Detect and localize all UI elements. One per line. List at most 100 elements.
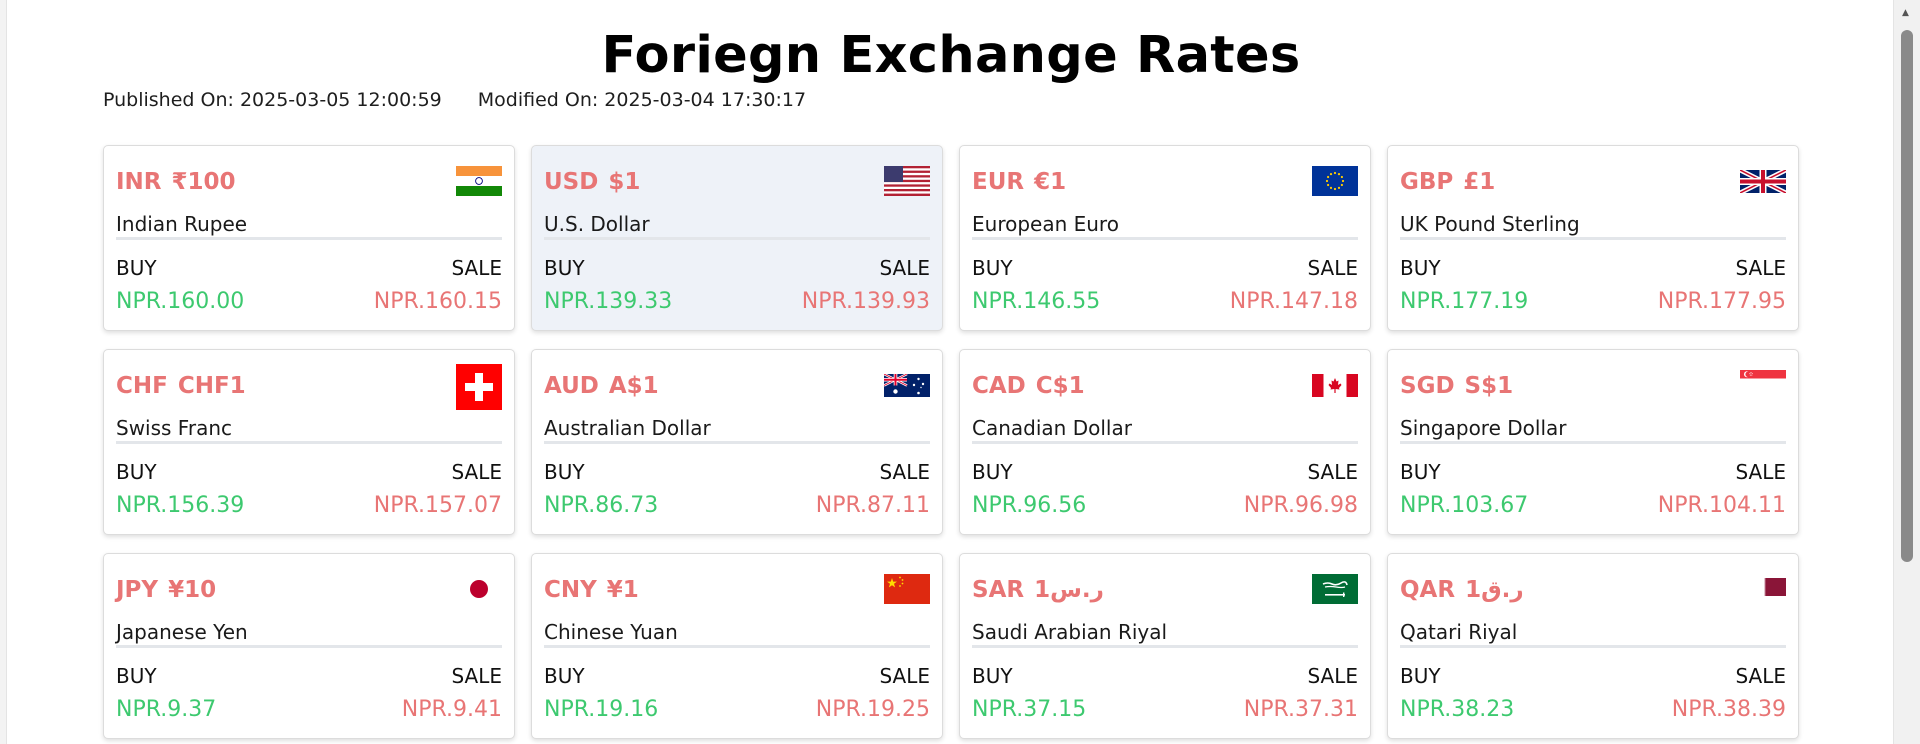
currency-code: INR — [116, 169, 162, 195]
currency-symbol: $1 — [608, 169, 641, 195]
currency-heading: CNY ¥1 — [544, 577, 639, 603]
currency-name: UK Pound Sterling — [1400, 212, 1580, 236]
currency-name: Chinese Yuan — [544, 620, 678, 644]
scroll-up-icon[interactable]: ▲ — [1902, 8, 1909, 18]
qatar-flag-icon — [1756, 578, 1786, 596]
buy-rate: NPR.146.55 — [972, 289, 1101, 314]
currency-code: CNY — [544, 577, 597, 603]
buy-label: BUY — [972, 460, 1013, 484]
page: Foriegn Exchange Rates Published On: 202… — [6, 0, 1894, 744]
sale-label: SALE — [451, 256, 502, 280]
divider — [544, 441, 930, 444]
divider — [1400, 237, 1786, 240]
buy-label: BUY — [1400, 256, 1441, 280]
divider — [544, 645, 930, 648]
currency-heading: USD $1 — [544, 169, 640, 195]
sale-label: SALE — [1735, 460, 1786, 484]
rates-grid: INR ₹100 Indian Rupee BUY SALE NPR.160.00… — [103, 145, 1803, 744]
sale-rate: NPR.96.98 — [1243, 493, 1358, 518]
currency-heading: GBP £1 — [1400, 169, 1495, 195]
rate-card-chf[interactable]: CHF CHF1 Swiss Franc BUY SALE NPR.156.39 … — [103, 349, 515, 535]
divider — [116, 237, 502, 240]
singapore-flag-icon — [1740, 370, 1786, 387]
currency-code: QAR — [1400, 577, 1456, 603]
rate-card-aud[interactable]: AUD A$1 Australian Dollar BUY SALE NPR.86… — [531, 349, 943, 535]
sale-label: SALE — [1735, 256, 1786, 280]
sale-rate: NPR.147.18 — [1229, 289, 1358, 314]
currency-name: U.S. Dollar — [544, 212, 650, 236]
published-on: Published On: 2025-03-05 12:00:59 — [103, 89, 442, 111]
currency-heading: SAR ر.س1 — [972, 577, 1104, 603]
buy-label: BUY — [544, 664, 585, 688]
rate-card-sgd[interactable]: SGD S$1 Singapore Dollar BUY SALE NPR.103… — [1387, 349, 1799, 535]
buy-label: BUY — [972, 664, 1013, 688]
buy-label: BUY — [116, 256, 157, 280]
rate-card-inr[interactable]: INR ₹100 Indian Rupee BUY SALE NPR.160.00… — [103, 145, 515, 331]
buy-rate: NPR.103.67 — [1400, 493, 1529, 518]
japan-flag-icon — [456, 574, 502, 604]
rate-card-cny[interactable]: CNY ¥1 Chinese Yuan BUY SALE NPR.19.16 NP… — [531, 553, 943, 739]
buy-label: BUY — [544, 460, 585, 484]
eu-flag-icon — [1312, 166, 1358, 196]
currency-name: Qatari Riyal — [1400, 620, 1518, 644]
buy-rate: NPR.86.73 — [544, 493, 659, 518]
sale-rate: NPR.19.25 — [815, 697, 930, 722]
buy-rate: NPR.160.00 — [116, 289, 245, 314]
currency-symbol: ¥10 — [168, 577, 217, 603]
buy-label: BUY — [1400, 664, 1441, 688]
sale-label: SALE — [1307, 460, 1358, 484]
sale-rate: NPR.177.95 — [1657, 289, 1786, 314]
rate-card-gbp[interactable]: GBP £1 UK Pound Sterling BUY SALE NPR.177… — [1387, 145, 1799, 331]
sale-label: SALE — [1735, 664, 1786, 688]
vertical-scrollbar[interactable]: ▲ — [1894, 0, 1920, 744]
currency-symbol: A$1 — [608, 373, 659, 399]
china-flag-icon — [884, 574, 930, 604]
currency-symbol: CHF1 — [177, 373, 246, 399]
page-title: Foriegn Exchange Rates — [601, 26, 1301, 85]
rate-card-sar[interactable]: SAR ر.س1 Saudi Arabian Riyal BUY SALE NPR… — [959, 553, 1371, 739]
currency-symbol: €1 — [1034, 169, 1067, 195]
publish-info: Published On: 2025-03-05 12:00:59 Modifie… — [103, 89, 806, 111]
rate-card-qar[interactable]: QAR ر.ق1 Qatari Riyal BUY SALE NPR.38.23 … — [1387, 553, 1799, 739]
buy-label: BUY — [116, 460, 157, 484]
buy-rate: NPR.96.56 — [972, 493, 1087, 518]
currency-code: USD — [544, 169, 599, 195]
divider — [1400, 441, 1786, 444]
sale-rate: NPR.157.07 — [373, 493, 502, 518]
australia-flag-icon — [884, 374, 930, 397]
divider — [1400, 645, 1786, 648]
currency-heading: QAR ر.ق1 — [1400, 577, 1524, 603]
rate-card-eur[interactable]: EUR €1 European Euro BUY SALE NPR.146.55 … — [959, 145, 1371, 331]
buy-rate: NPR.156.39 — [116, 493, 245, 518]
currency-heading: JPY ¥10 — [116, 577, 216, 603]
sale-rate: NPR.160.15 — [373, 289, 502, 314]
buy-rate: NPR.177.19 — [1400, 289, 1529, 314]
divider — [972, 645, 1358, 648]
currency-heading: AUD A$1 — [544, 373, 659, 399]
divider — [544, 237, 930, 240]
buy-rate: NPR.9.37 — [116, 697, 217, 722]
currency-symbol: ₹100 — [171, 169, 236, 195]
sale-label: SALE — [1307, 664, 1358, 688]
currency-code: SAR — [972, 577, 1025, 603]
currency-symbol: C$1 — [1035, 373, 1085, 399]
currency-name: Australian Dollar — [544, 416, 711, 440]
currency-symbol: S$1 — [1464, 373, 1514, 399]
sale-rate: NPR.9.41 — [401, 697, 502, 722]
sale-label: SALE — [879, 664, 930, 688]
buy-label: BUY — [1400, 460, 1441, 484]
saudi-arabia-flag-icon — [1312, 574, 1358, 604]
currency-name: Japanese Yen — [116, 620, 248, 644]
buy-label: BUY — [544, 256, 585, 280]
currency-symbol: ر.ق1 — [1465, 577, 1524, 603]
scrollbar-thumb[interactable] — [1901, 30, 1913, 562]
rate-card-cad[interactable]: CAD C$1 Canadian Dollar BUY SALE NPR.96.5… — [959, 349, 1371, 535]
buy-rate: NPR.37.15 — [972, 697, 1087, 722]
currency-name: Singapore Dollar — [1400, 416, 1567, 440]
rate-card-usd[interactable]: USD $1 U.S. Dollar BUY SALE NPR.139.33 NP… — [531, 145, 943, 331]
uk-flag-icon — [1740, 170, 1786, 193]
rate-card-jpy[interactable]: JPY ¥10 Japanese Yen BUY SALE NPR.9.37 NP… — [103, 553, 515, 739]
currency-heading: EUR €1 — [972, 169, 1066, 195]
currency-symbol: £1 — [1463, 169, 1496, 195]
currency-symbol: ¥1 — [606, 577, 639, 603]
